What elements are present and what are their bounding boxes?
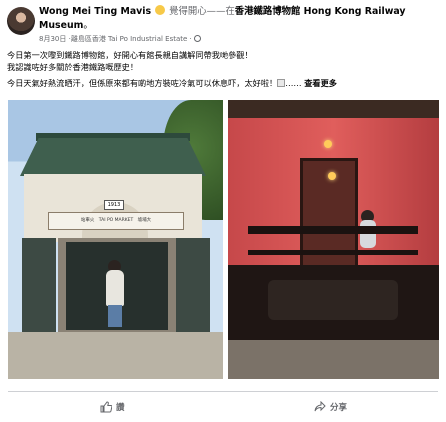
separator-text: 。 [83,20,93,31]
thumbs-up-icon [100,401,113,413]
feeling-text: 覺得開心 [169,6,207,17]
post-location: ·離島區香港 Tai Po Industrial Estate · [68,35,192,43]
buffer [268,280,398,320]
divider [8,391,438,392]
emoji-icon [277,79,286,87]
child-legs [108,305,122,327]
lamp [324,140,332,148]
ellipsis: …… [285,78,305,88]
see-more-link[interactable]: 查看更多 [304,78,337,88]
at-text: ——在 [206,6,235,17]
ground [8,332,223,379]
share-label: 分享 [330,403,348,413]
body-line-text: 今日天氣好熱流晒汗，但係原來都有啲地方裝咗冷氣可以休息吓，太好啦！ [7,78,278,88]
post-date[interactable]: 8月30日 [39,35,66,43]
share-button[interactable]: 分享 [314,399,347,417]
sign-left: 站車火 [80,218,95,223]
child-body [106,270,124,306]
ground [228,340,439,379]
like-label: 讚 [116,403,125,413]
like-button[interactable]: 讚 [100,399,125,417]
lamp [328,172,336,180]
body-line-last: 今日天氣好熱流晒汗，但係原來都有啲地方裝咗冷氣可以休息吓，太好啦！ …… 查看更多 [7,77,439,89]
railing [248,250,418,255]
globe-icon [194,35,202,42]
post-header: Wong Mei Ting Mavis 覺得開心——在香港鐵路博物館 Hong … [39,5,439,33]
station-clock: 1913 [104,200,124,210]
roof [20,138,206,176]
sign-center: TAI PO MARKET [98,218,134,223]
body-line: 今日第一次嚟到鐵路博物館，好開心有館長親自講解同帶我哋參觀！ [7,50,253,60]
body-line: 我認識咗好多關於香港鐵路嘅歷史！ [7,62,139,72]
pillar [22,238,56,340]
share-icon [314,400,326,412]
sign-right: 墟埔大 [137,218,152,223]
author-name[interactable]: Wong Mei Ting Mavis [39,6,151,17]
photo-train-car[interactable] [228,100,439,379]
station-sign: 站車火 TAI PO MARKET 墟埔大 [48,212,184,230]
pillar [176,238,210,340]
avatar[interactable] [7,7,35,35]
railing [248,226,418,234]
child-body [360,220,376,248]
post-meta: 8月30日 ·離島區香港 Tai Po Industrial Estate · [39,34,202,44]
photo-station[interactable]: 1913 站車火 TAI PO MARKET 墟埔大 [8,100,223,379]
smile-emoji-icon [155,5,166,15]
post-body: 今日第一次嚟到鐵路博物館，好開心有館長親自講解同帶我哋參觀！ 我認識咗好多關於香… [7,49,439,89]
